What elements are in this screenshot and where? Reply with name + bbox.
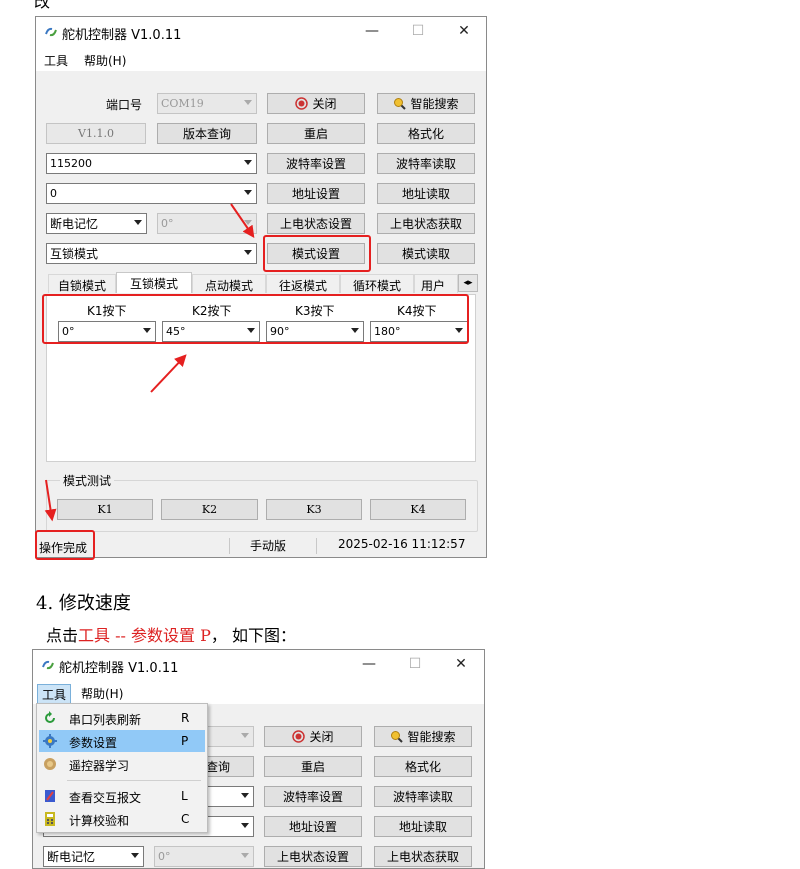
instruction-prefix: 点击 (46, 626, 79, 645)
instruction-suffix: ， 如下图： (210, 626, 296, 645)
restart-button[interactable]: 重启 (264, 756, 362, 777)
menu-separator (67, 780, 201, 781)
version-query-label: 查询 (205, 760, 230, 774)
arrow-to-mode-set (230, 203, 255, 238)
calculator-icon (45, 812, 55, 826)
menu-item-view-messages[interactable]: 查看交互报文 L (39, 785, 205, 807)
tools-dropdown-menu: 串口列表刷新 R 参数设置 P 遥控器学习 查看交互报文 L 计算校验和 C (36, 703, 208, 833)
servo-controller-window-2: 舵机控制器 V1.0.11 — ☐ ✕ 工具 帮助(H) 关闭 智能搜索 查询 … (32, 649, 485, 869)
smart-search-label: 智能搜索 (407, 730, 456, 744)
record-icon (292, 730, 306, 743)
baud-set-button[interactable]: 波特率设置 (264, 786, 362, 807)
close-port-label: 关闭 (309, 730, 334, 744)
app-logo-icon (42, 660, 54, 670)
menu-item-checksum[interactable]: 计算校验和 C (39, 808, 205, 830)
menu-item-shortcut: P (181, 734, 189, 748)
report-icon (45, 790, 55, 802)
address-read-button[interactable]: 地址读取 (374, 816, 472, 837)
menu-item-remote-learning[interactable]: 遥控器学习 (39, 753, 205, 775)
window-title-2: 舵机控制器 V1.0.11 (59, 661, 179, 676)
remote-learn-icon (44, 758, 56, 770)
gear-icon (43, 734, 57, 748)
close-port-button[interactable]: 关闭 (264, 726, 362, 747)
menu-item-label: 串口列表刷新 (69, 713, 142, 727)
smart-search-button[interactable]: 智能搜索 (374, 726, 472, 747)
close-window-icon[interactable]: ✕ (451, 656, 471, 674)
section-heading: 4. 修改速度 (36, 593, 131, 614)
menu-item-label: 参数设置 (69, 736, 118, 750)
menu-item-parameter-settings[interactable]: 参数设置 P (39, 730, 205, 752)
menu-item-label: 计算校验和 (69, 814, 130, 828)
format-button[interactable]: 格式化 (374, 756, 472, 777)
menu-bar-2: 工具 帮助(H) (33, 680, 484, 705)
search-icon (391, 731, 404, 743)
instruction-highlight: 工具 -- 参数设置 P (78, 626, 211, 645)
menu-item-shortcut: L (181, 789, 188, 803)
minimize-icon[interactable]: — (359, 656, 379, 674)
instruction-line: 点击工具 -- 参数设置 P， 如下图： (46, 622, 296, 646)
address-set-button[interactable]: 地址设置 (264, 816, 362, 837)
menu-item-shortcut: R (181, 711, 190, 725)
menu-item-shortcut: C (181, 812, 190, 826)
maximize-icon[interactable]: ☐ (405, 656, 425, 674)
menu-tools-open[interactable]: 工具 (37, 684, 72, 705)
arrow-to-status (44, 479, 57, 522)
refresh-icon (45, 711, 55, 723)
arrow-to-key-settings (150, 354, 187, 393)
menu-item-label: 遥控器学习 (69, 759, 130, 773)
baud-read-button[interactable]: 波特率读取 (374, 786, 472, 807)
title-bar-2[interactable]: 舵机控制器 V1.0.11 — ☐ ✕ (33, 650, 484, 680)
menu-help[interactable]: 帮助(H) (77, 684, 127, 703)
menu-item-refresh-ports[interactable]: 串口列表刷新 R (39, 707, 205, 729)
menu-item-label: 查看交互报文 (69, 791, 142, 805)
